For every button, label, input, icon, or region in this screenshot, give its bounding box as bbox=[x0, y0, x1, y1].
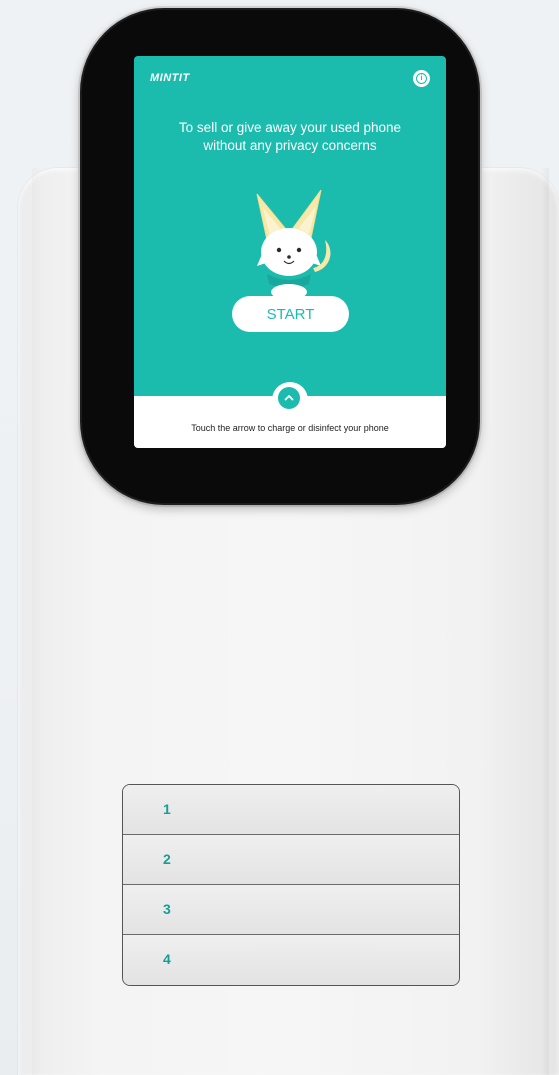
info-glyph: i bbox=[416, 73, 427, 84]
info-icon[interactable]: i bbox=[413, 70, 430, 87]
brand-logo: MINTIT bbox=[150, 72, 190, 84]
locker-compartments: 1 2 3 4 bbox=[122, 784, 460, 986]
slot-number: 4 bbox=[163, 951, 171, 967]
start-button[interactable]: START bbox=[232, 296, 349, 332]
fox-mascot-icon bbox=[256, 189, 331, 300]
slot-number: 2 bbox=[163, 851, 171, 867]
kiosk-screen: MINTIT i To sell or give away your used … bbox=[134, 56, 446, 448]
headline-line-1: To sell or give away your used phone bbox=[178, 120, 402, 135]
slot-number: 1 bbox=[163, 801, 171, 817]
locker-slot-2[interactable]: 2 bbox=[123, 835, 459, 885]
headline: To sell or give away your used phone wit… bbox=[134, 119, 446, 155]
chevron-up-icon[interactable] bbox=[278, 387, 300, 409]
slot-number: 3 bbox=[163, 901, 171, 917]
chevron-up-glyph bbox=[284, 395, 294, 401]
charge-disinfect-hint: Touch the arrow to charge or disinfect y… bbox=[191, 423, 389, 433]
headline-line-2: without any privacy concerns bbox=[203, 138, 377, 153]
locker-slot-4[interactable]: 4 bbox=[123, 935, 459, 985]
locker-slot-3[interactable]: 3 bbox=[123, 885, 459, 935]
locker-slot-1[interactable]: 1 bbox=[123, 785, 459, 835]
